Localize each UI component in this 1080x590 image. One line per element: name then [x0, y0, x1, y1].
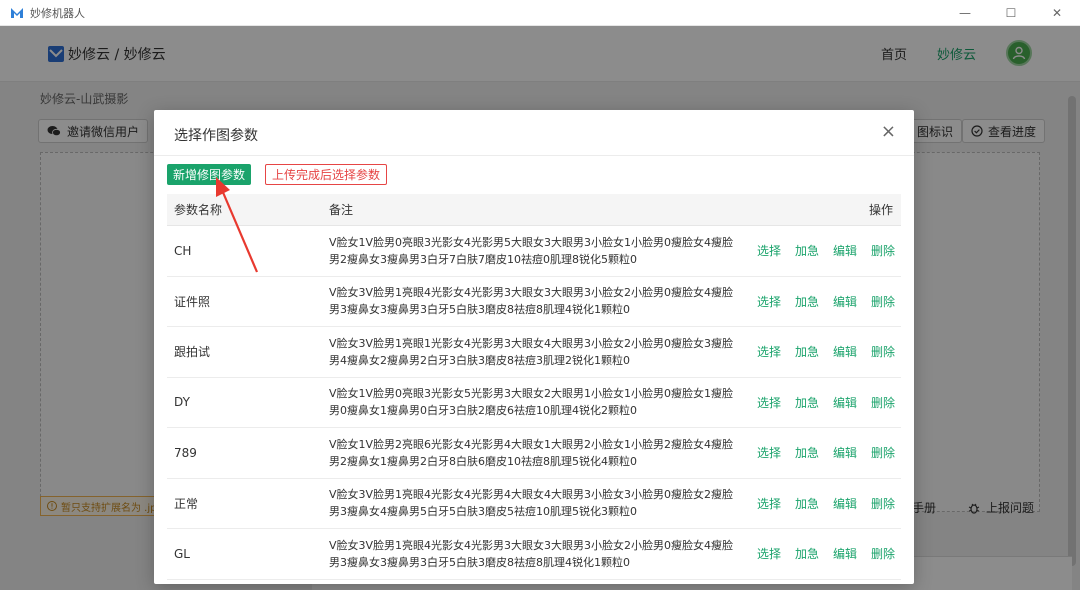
delete-link[interactable]: 删除 [871, 343, 895, 360]
table-row: DY V脸女1V脸男0亮眼3光影女5光影男3大眼女2大眼男1小脸女1小脸男0瘦脸… [167, 378, 901, 428]
urgent-link[interactable]: 加急 [795, 293, 819, 310]
param-name: 789 [174, 445, 197, 460]
select-link[interactable]: 选择 [757, 545, 781, 562]
edit-link[interactable]: 编辑 [833, 394, 857, 411]
select-params-dialog: 选择作图参数 × 新增修图参数 上传完成后选择参数 参数名称 备注 操作 CH … [154, 110, 914, 584]
app-logo-icon [11, 7, 23, 18]
edit-link[interactable]: 编辑 [833, 343, 857, 360]
table-row: 789 V脸女1V脸男2亮眼6光影女4光影男4大眼女1大眼男2小脸女1小脸男2瘦… [167, 428, 901, 479]
dialog-title: 选择作图参数 [174, 128, 258, 144]
column-ops-header: 操作 [868, 203, 893, 217]
window-title: 妙修机器人 [30, 6, 85, 20]
urgent-link[interactable]: 加急 [795, 545, 819, 562]
param-note: V脸女1V脸男2亮眼6光影女4光影男4大眼女1大眼男2小脸女1小脸男2瘦脸女4瘦… [329, 437, 734, 468]
edit-link[interactable]: 编辑 [833, 495, 857, 512]
select-link[interactable]: 选择 [757, 343, 781, 360]
param-note: V脸女3V脸男1亮眼4光影女4光影男3大眼女3大眼男3小脸女2小脸男0瘦脸女4瘦… [329, 286, 734, 317]
param-note: V脸女3V脸男1亮眼4光影女4光影男3大眼女3大眼男3小脸女2小脸男0瘦脸女4瘦… [329, 538, 734, 569]
row-actions: 选择 加急 编辑 删除 [743, 495, 901, 512]
edit-link[interactable]: 编辑 [833, 293, 857, 310]
maximize-button[interactable]: ☐ [988, 0, 1034, 26]
column-name-header: 参数名称 [174, 203, 223, 217]
delete-link[interactable]: 删除 [871, 495, 895, 512]
select-link[interactable]: 选择 [757, 444, 781, 461]
select-link[interactable]: 选择 [757, 293, 781, 310]
param-note: V脸女3V脸男1亮眼4光影女4光影男4大眼女4大眼男3小脸女3小脸男0瘦脸女2瘦… [329, 488, 734, 519]
row-actions: 选择 加急 编辑 删除 [743, 242, 901, 259]
param-name: DY [174, 395, 190, 410]
select-link[interactable]: 选择 [757, 242, 781, 259]
table-row: 正常 V脸女3V脸男1亮眼4光影女4光影男4大眼女4大眼男3小脸女3小脸男0瘦脸… [167, 479, 901, 529]
close-icon[interactable]: × [881, 122, 896, 142]
edit-link[interactable]: 编辑 [833, 444, 857, 461]
row-actions: 选择 加急 编辑 删除 [743, 394, 901, 411]
close-window-button[interactable]: ✕ [1034, 0, 1080, 26]
row-actions: 选择 加急 编辑 删除 [743, 293, 901, 310]
urgent-link[interactable]: 加急 [795, 394, 819, 411]
param-name: 跟拍试 [174, 345, 211, 360]
column-note-header: 备注 [329, 203, 354, 217]
delete-link[interactable]: 删除 [871, 394, 895, 411]
edit-link[interactable]: 编辑 [833, 242, 857, 259]
edit-link[interactable]: 编辑 [833, 545, 857, 562]
table-row: CH V脸女1V脸男0亮眼3光影女4光影男5大眼女3大眼男3小脸女1小脸男0瘦脸… [167, 226, 901, 277]
row-actions: 选择 加急 编辑 删除 [743, 545, 901, 562]
select-link[interactable]: 选择 [757, 394, 781, 411]
dialog-header: 选择作图参数 × [154, 110, 914, 156]
param-name: 正常 [174, 496, 199, 511]
row-actions: 选择 加急 编辑 删除 [743, 343, 901, 360]
param-name: GL [174, 546, 190, 561]
select-after-upload-button[interactable]: 上传完成后选择参数 [265, 164, 388, 185]
urgent-link[interactable]: 加急 [795, 343, 819, 360]
add-params-button[interactable]: 新增修图参数 [167, 164, 252, 185]
delete-link[interactable]: 删除 [871, 242, 895, 259]
window-titlebar: 妙修机器人 — ☐ ✕ [0, 0, 1080, 26]
minimize-button[interactable]: — [942, 0, 988, 26]
window-controls: — ☐ ✕ [942, 0, 1080, 26]
row-actions: 选择 加急 编辑 删除 [743, 444, 901, 461]
table-row: GL V脸女3V脸男1亮眼4光影女4光影男3大眼女3大眼男3小脸女2小脸男0瘦脸… [167, 529, 901, 580]
table-row: 证件照 V脸女3V脸男1亮眼4光影女4光影男3大眼女3大眼男3小脸女2小脸男0瘦… [167, 277, 901, 327]
param-name: CH [174, 243, 192, 258]
select-link[interactable]: 选择 [757, 495, 781, 512]
urgent-link[interactable]: 加急 [795, 242, 819, 259]
delete-link[interactable]: 删除 [871, 444, 895, 461]
delete-link[interactable]: 删除 [871, 545, 895, 562]
params-table: 参数名称 备注 操作 CH V脸女1V脸男0亮眼3光影女4光影男5大眼女3大眼男… [167, 194, 901, 580]
table-header: 参数名称 备注 操作 [167, 194, 901, 226]
param-note: V脸女3V脸男1亮眼1光影女4光影男3大眼女4大眼男3小脸女2小脸男0瘦脸女3瘦… [329, 336, 734, 367]
param-name: 证件照 [174, 294, 211, 309]
param-note: V脸女1V脸男0亮眼3光影女5光影男3大眼女2大眼男1小脸女1小脸男0瘦脸女1瘦… [329, 387, 734, 418]
table-row: 跟拍试 V脸女3V脸男1亮眼1光影女4光影男3大眼女4大眼男3小脸女2小脸男0瘦… [167, 327, 901, 378]
param-note: V脸女1V脸男0亮眼3光影女4光影男5大眼女3大眼男3小脸女1小脸男0瘦脸女4瘦… [329, 235, 734, 266]
urgent-link[interactable]: 加急 [795, 495, 819, 512]
urgent-link[interactable]: 加急 [795, 444, 819, 461]
delete-link[interactable]: 删除 [871, 293, 895, 310]
dialog-actions: 新增修图参数 上传完成后选择参数 [167, 164, 388, 185]
